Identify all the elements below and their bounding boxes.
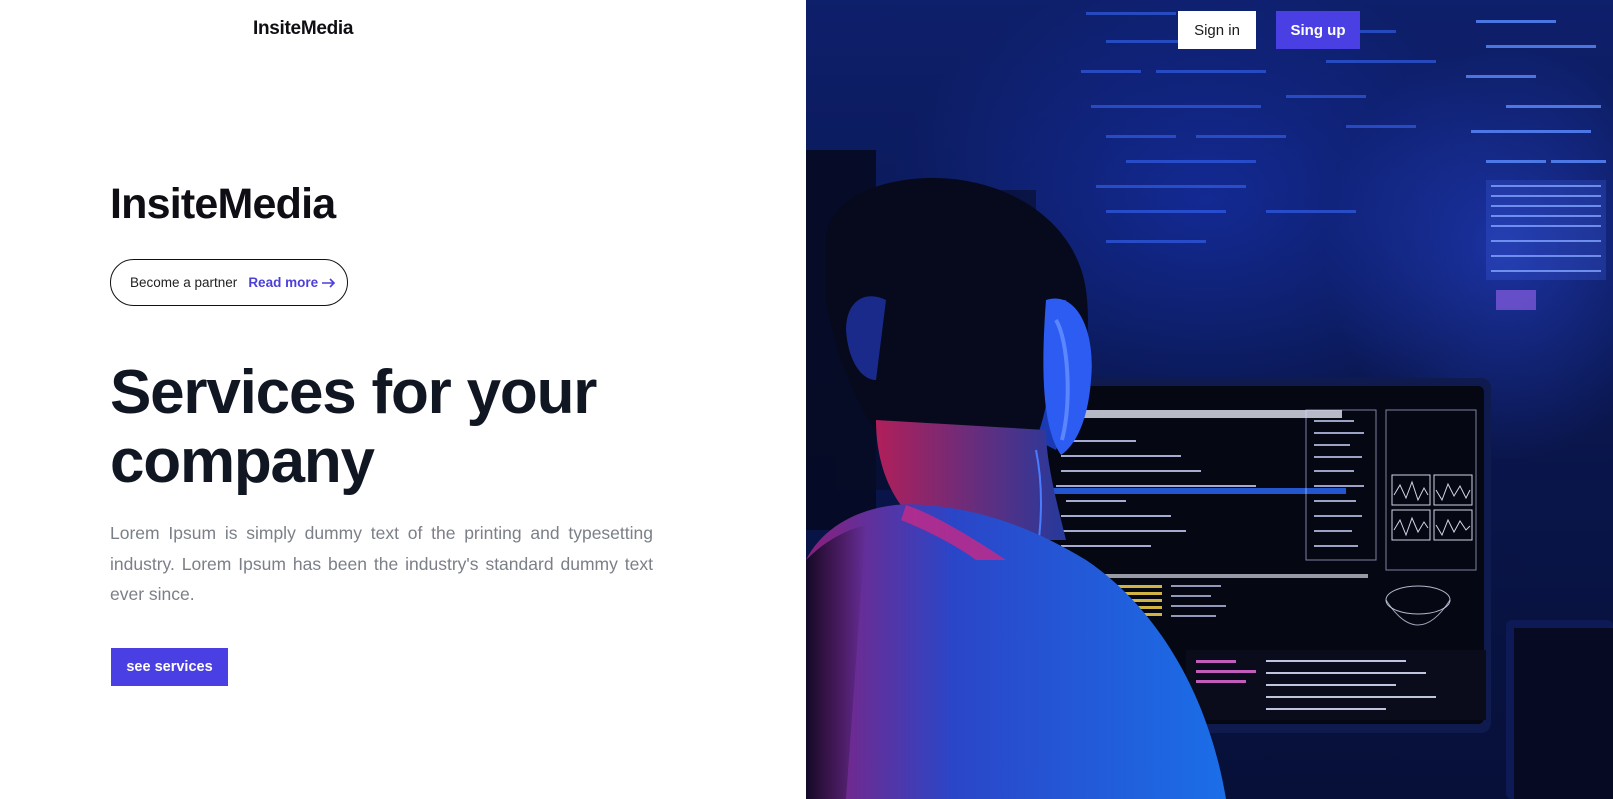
sign-up-button[interactable]: Sing up [1276, 11, 1360, 49]
hero-logo-m: M [217, 180, 254, 228]
hero-title: Services for your company [110, 358, 670, 496]
read-more-link[interactable]: Read more [248, 275, 336, 290]
landing-page: InsiteMedia InsiteMedia Become a partner… [0, 0, 1613, 799]
nav-logo-prefix: Insite [253, 18, 301, 39]
partner-text: Become a partner [130, 275, 238, 290]
arrow-right-icon [322, 277, 336, 288]
hero-logo-suffix: edia [252, 180, 337, 228]
hero-title-line1: Services for your [110, 358, 597, 427]
partner-pill: Become a partner Read more [110, 259, 348, 306]
sign-in-button[interactable]: Sign in [1178, 11, 1256, 49]
hero-content: InsiteMedia InsiteMedia Become a partner… [0, 0, 806, 799]
developer-at-workstation-illustration [806, 12, 1613, 799]
hero-description: Lorem Ipsum is simply dummy text of the … [110, 523, 653, 604]
hero-logo: InsiteMedia [110, 180, 337, 229]
hero-photo [806, 0, 1613, 799]
read-more-label: Read more [248, 275, 319, 290]
hero-title-line2: company [110, 427, 375, 496]
nav-logo[interactable]: InsiteMedia [253, 18, 353, 40]
hero-logo-prefix: Insite [110, 180, 218, 228]
nav-logo-suffix: edia [316, 18, 354, 39]
nav-logo-m: M [300, 18, 317, 39]
see-services-button[interactable]: see services [111, 648, 228, 686]
auth-buttons: Sign in Sing up [1178, 11, 1360, 49]
